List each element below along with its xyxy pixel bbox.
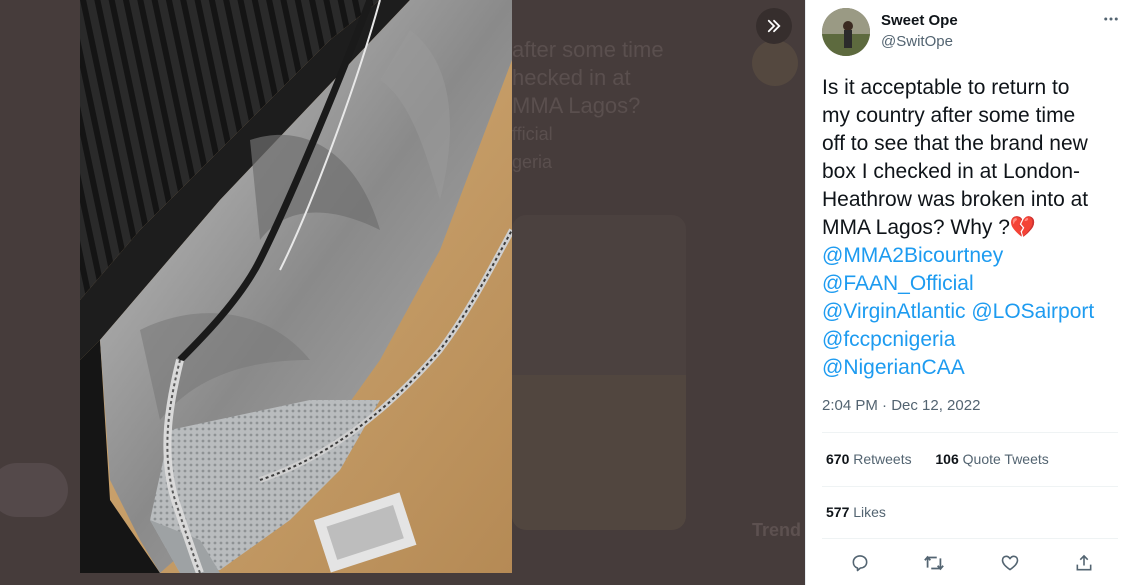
heart-icon	[1001, 555, 1019, 571]
mention-link[interactable]: @NigerianCAA	[822, 356, 965, 379]
likes-label: Likes	[853, 504, 886, 520]
avatar-image	[822, 8, 870, 56]
tweet-text-line: Is it acceptable to return to	[822, 76, 1070, 99]
share-icon	[1076, 554, 1092, 571]
mention-link[interactable]: @FAAN_Official	[822, 272, 974, 295]
suitcase-photo-illustration	[80, 0, 512, 573]
avatar[interactable]	[822, 8, 870, 56]
backdrop-text-5: geria	[512, 152, 553, 172]
retweets-label: Retweets	[853, 451, 912, 467]
tweet-photo[interactable]	[80, 0, 512, 573]
author-name[interactable]: Sweet Ope	[881, 12, 958, 29]
tweet-text-line: my country after some time	[822, 104, 1076, 127]
mention-link[interactable]: @MMA2Bicourtney	[822, 244, 1003, 267]
reply-icon	[852, 555, 868, 572]
divider	[822, 538, 1118, 539]
mention-link[interactable]: @VirginAtlantic	[822, 300, 966, 323]
divider	[822, 432, 1118, 433]
backdrop-trends-heading: Trend	[752, 520, 802, 540]
tweet-text: Is it acceptable to return to my country…	[822, 74, 1128, 382]
reply-button[interactable]	[845, 548, 875, 578]
likes-count: 577	[826, 504, 850, 520]
expand-panel-button[interactable]	[756, 8, 792, 44]
likes-stat[interactable]: 577 Likes	[826, 504, 886, 520]
like-button[interactable]	[995, 548, 1025, 578]
divider	[822, 486, 1118, 487]
retweets-count: 670	[826, 451, 850, 467]
backdrop-text-1: after some time	[512, 37, 664, 62]
tweet-detail-panel: Sweet Ope @SwitOpe Is it acceptable to r…	[805, 0, 1133, 585]
broken-heart-emoji: 💔	[1009, 216, 1037, 239]
mention-link[interactable]: @fccpcnigeria	[822, 328, 955, 351]
backdrop-text-4: fficial	[512, 124, 553, 144]
backdrop-text-3: MMA Lagos?	[512, 93, 641, 118]
tweet-actions	[806, 548, 1133, 578]
tweet-text-line: off to see that the brand new	[822, 132, 1088, 155]
backdrop-avatar	[752, 40, 798, 86]
mention-link[interactable]: @LOSairport	[971, 300, 1094, 323]
author-handle[interactable]: @SwitOpe	[881, 33, 953, 50]
quote-tweets-stat[interactable]: 106 Quote Tweets	[935, 451, 1048, 467]
tweet-text-line: MMA Lagos? Why ?💔	[822, 214, 1128, 242]
tweet-text-line-end: MMA Lagos? Why ?	[822, 216, 1010, 239]
tweet-timestamp[interactable]: 2:04 PM · Dec 12, 2022	[822, 397, 980, 414]
share-button[interactable]	[1069, 548, 1099, 578]
tweet-text-line: Heathrow was broken into at	[822, 188, 1089, 211]
engagement-stats: 670 Retweets 106 Quote Tweets	[826, 451, 1049, 467]
quote-label: Quote Tweets	[962, 451, 1049, 467]
more-horizontal-icon	[1104, 17, 1118, 21]
double-chevron-right-icon	[767, 19, 781, 33]
backdrop-button	[0, 463, 68, 517]
retweet-button[interactable]	[919, 548, 949, 578]
more-options-button[interactable]	[1102, 10, 1120, 33]
quote-count: 106	[935, 451, 959, 467]
retweets-stat[interactable]: 670 Retweets	[826, 451, 912, 467]
retweet-icon	[924, 555, 944, 571]
backdrop-card-image	[512, 375, 686, 530]
backdrop-text-2: hecked in at	[512, 65, 631, 90]
tweet-text-line: box I checked in at London-	[822, 160, 1081, 183]
